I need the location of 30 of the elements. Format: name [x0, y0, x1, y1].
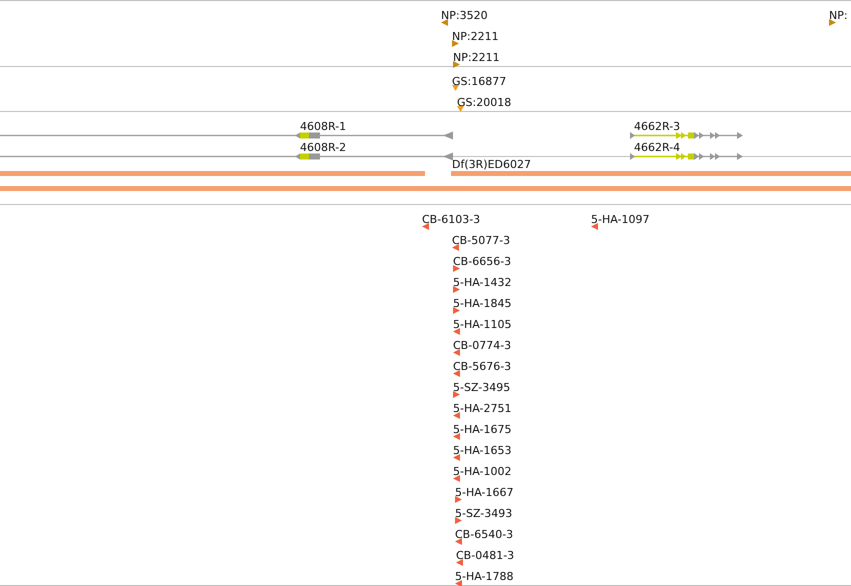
feature-label[interactable]: CB-5676-3	[453, 360, 512, 373]
feature-label[interactable]: 5-SZ-3495	[453, 381, 510, 394]
feature-label[interactable]: 5-HA-1667	[455, 486, 514, 499]
feature-label[interactable]: 5-HA-1105	[453, 318, 512, 331]
feature-label[interactable]: 5-HA-2751	[453, 402, 512, 415]
feature-label[interactable]: NP:2211	[452, 30, 499, 43]
feature-label[interactable]: 5-HA-1653	[453, 444, 512, 457]
feature-label[interactable]: GS:20018	[457, 96, 512, 109]
feature-label[interactable]: CB-5077-3	[452, 234, 510, 247]
feature-label[interactable]: CB-6103-3	[422, 213, 480, 226]
transcript-label[interactable]: 4662R-4	[634, 141, 680, 154]
feature-label[interactable]: 5-HA-1675	[453, 423, 512, 436]
feature-label[interactable]: CB-6656-3	[453, 255, 512, 268]
feature-label[interactable]: NP:	[829, 9, 848, 22]
transcript-label[interactable]: 4662R-3	[634, 120, 680, 133]
feature-label[interactable]: 5-HA-1097	[591, 213, 650, 226]
deficiency-label[interactable]: Df(3R)ED6027	[452, 158, 531, 171]
feature-label[interactable]: CB-0481-3	[456, 549, 514, 562]
feature-label[interactable]: 5-SZ-3493	[455, 507, 512, 520]
feature-label[interactable]: 5-HA-1432	[453, 276, 512, 289]
feature-label[interactable]: 5-HA-1788	[455, 570, 514, 583]
feature-label[interactable]: NP:3520	[441, 9, 488, 22]
feature-label[interactable]: 5-HA-1002	[453, 465, 512, 478]
feature-label[interactable]: GS:16877	[452, 75, 506, 88]
feature-label[interactable]: CB-0774-3	[453, 339, 512, 352]
transcript-label[interactable]: 4608R-1	[300, 120, 346, 133]
feature-label[interactable]: NP:2211	[453, 51, 500, 64]
transcript-label[interactable]: 4608R-2	[300, 141, 346, 154]
feature-label[interactable]: 5-HA-1845	[453, 297, 512, 310]
feature-label[interactable]: CB-6540-3	[455, 528, 514, 541]
